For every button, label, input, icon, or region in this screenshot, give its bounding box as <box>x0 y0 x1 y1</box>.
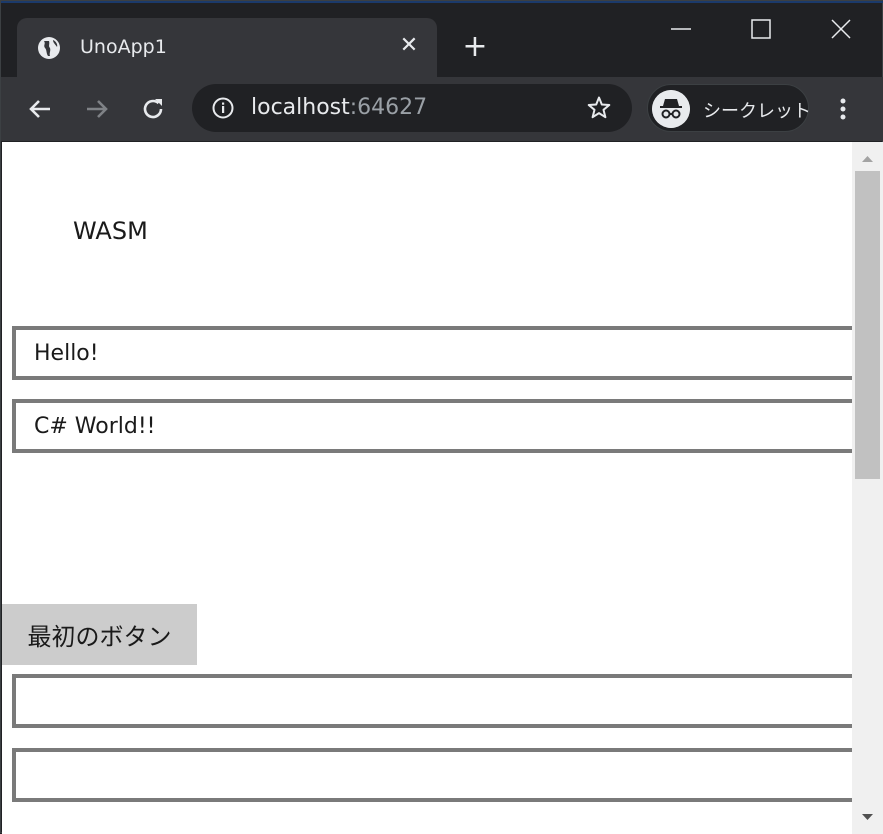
tab-title: UnoApp1 <box>80 36 167 58</box>
globe-icon <box>38 37 60 59</box>
scroll-down-arrow-icon[interactable] <box>852 807 883 827</box>
maximize-icon[interactable] <box>741 13 781 45</box>
incognito-profile-button[interactable]: シークレット <box>647 84 811 132</box>
url-text[interactable]: localhost:64627 <box>251 95 427 120</box>
textbox-1-value: Hello! <box>34 341 99 366</box>
url-host: localhost <box>251 95 350 120</box>
kebab-menu-icon[interactable] <box>831 94 855 124</box>
vertical-scrollbar[interactable] <box>852 142 883 834</box>
textbox-1[interactable]: Hello! <box>12 326 872 380</box>
first-button[interactable]: 最初のボタン <box>2 604 197 665</box>
incognito-label: シークレット <box>703 101 811 122</box>
window-close-icon[interactable] <box>821 13 861 45</box>
address-bar[interactable]: localhost:64627 <box>192 84 632 132</box>
textbox-2-value: C# World!! <box>34 414 156 439</box>
back-arrow-icon[interactable] <box>25 94 55 124</box>
forward-arrow-icon[interactable] <box>82 94 112 124</box>
browser-window: UnoApp1 ✕ + localhost:64627 シークレット WASM … <box>0 0 883 834</box>
minimize-icon[interactable] <box>661 13 701 45</box>
textbox-2[interactable]: C# World!! <box>12 399 872 453</box>
scroll-up-arrow-icon[interactable] <box>852 148 883 168</box>
textbox-4[interactable] <box>12 748 872 802</box>
incognito-icon <box>652 90 690 128</box>
star-icon[interactable] <box>586 95 612 121</box>
reload-icon[interactable] <box>138 94 168 124</box>
browser-toolbar: localhost:64627 シークレット <box>1 77 883 141</box>
window-top-border <box>1 1 883 3</box>
plus-icon[interactable]: + <box>461 32 489 62</box>
textbox-3[interactable] <box>12 674 872 728</box>
close-icon[interactable]: ✕ <box>397 34 421 58</box>
scrollbar-thumb[interactable] <box>855 171 880 479</box>
url-port: :64627 <box>349 95 428 120</box>
page-viewport: WASM Hello! C# World!! 最初のボタン <box>2 142 883 834</box>
info-icon[interactable] <box>212 97 234 119</box>
page-heading: WASM <box>73 217 148 245</box>
browser-tab[interactable]: UnoApp1 ✕ <box>17 18 437 77</box>
